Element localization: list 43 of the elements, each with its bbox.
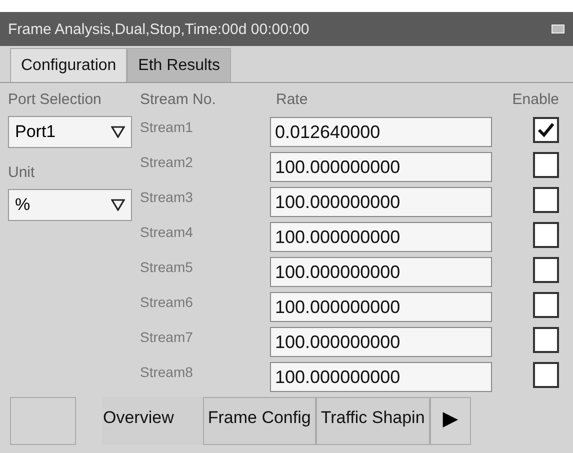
stream-label: Stream7 [140, 328, 194, 347]
enable-checkbox[interactable] [533, 152, 559, 178]
tab[interactable]: Overview [102, 397, 203, 445]
unit-label: Unit [8, 164, 36, 181]
rate-field[interactable]: 100.000000000 [270, 187, 492, 217]
enable-checkbox[interactable] [533, 222, 559, 248]
column-header: Rate [275, 91, 309, 110]
tab[interactable]: Configuration [10, 48, 128, 82]
rate-field[interactable]: 100.000000000 [270, 327, 492, 357]
port-dropdown[interactable]: Port1 [8, 116, 132, 148]
enable-checkbox[interactable] [533, 327, 559, 353]
enable-checkbox[interactable] [533, 117, 559, 143]
window-icon [551, 24, 565, 34]
stream-label: Stream5 [140, 258, 194, 277]
column-header: Enable [511, 91, 559, 110]
enable-checkbox[interactable] [533, 187, 559, 213]
port-selection-label: Port Selection [8, 91, 102, 108]
stream-label: Stream6 [140, 293, 194, 312]
rate-field[interactable]: 100.000000000 [270, 152, 492, 182]
rate-field[interactable]: 0.012640000 [270, 117, 492, 147]
rate-field[interactable]: 100.000000000 [270, 257, 492, 287]
enable-checkbox[interactable] [533, 362, 559, 388]
unit-dropdown[interactable]: % [8, 189, 132, 221]
stream-label: Stream2 [140, 153, 194, 172]
enable-checkbox[interactable] [533, 257, 559, 283]
rate-field[interactable]: 100.000000000 [270, 292, 492, 322]
stream-label: Stream1 [140, 118, 194, 137]
tab[interactable]: Eth Results [127, 48, 231, 82]
caret-icon [111, 199, 125, 211]
blank-panel [10, 397, 76, 445]
stream-label: Stream8 [140, 363, 194, 382]
rate-field[interactable]: 100.000000000 [270, 222, 492, 252]
window-title: Frame Analysis,Dual,Stop,Time:00d 00:00:00 [8, 20, 310, 38]
caret-icon [111, 126, 125, 138]
rate-field[interactable]: 100.000000000 [270, 362, 492, 392]
checkmark-icon [537, 122, 555, 138]
column-header: Stream No. [140, 91, 217, 110]
stream-label: Stream3 [140, 188, 194, 207]
tab[interactable]: Traffic Shapin [316, 397, 430, 445]
enable-checkbox[interactable] [533, 292, 559, 318]
stream-label: Stream4 [140, 223, 194, 242]
next-button[interactable]: ▶ [430, 397, 472, 445]
tab[interactable]: Frame Config [202, 397, 316, 445]
